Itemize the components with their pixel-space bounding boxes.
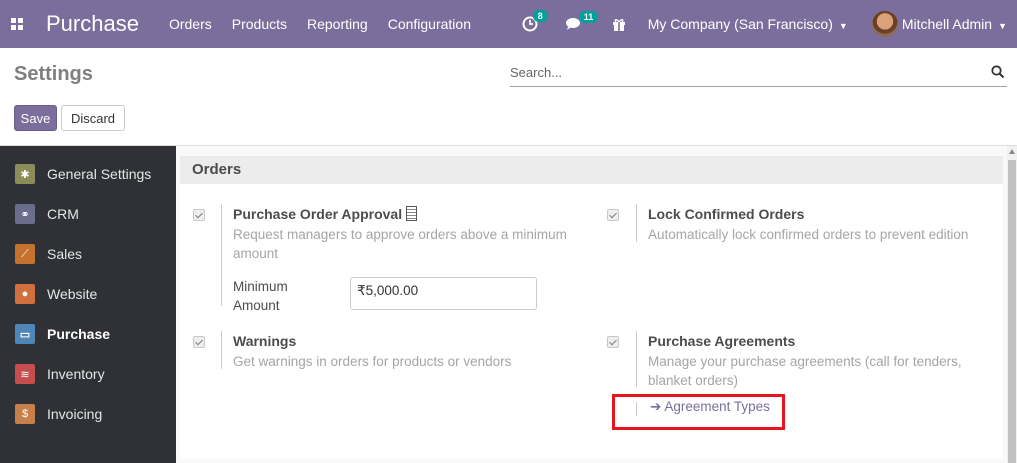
- user-name: Mitchell Admin: [901, 16, 993, 32]
- agreements-title: Purchase Agreements: [648, 333, 796, 349]
- divider: [636, 331, 637, 387]
- page-title: Settings: [14, 63, 93, 85]
- chart-line-icon: ⟋: [15, 244, 35, 264]
- apps-menu-icon[interactable]: [2, 0, 32, 48]
- user-menu[interactable]: Mitchell Admin ▼: [902, 16, 1007, 32]
- lock-orders-title: Lock Confirmed Orders: [648, 206, 805, 222]
- menu-products[interactable]: Products: [232, 16, 287, 32]
- lock-orders-description: Automatically lock confirmed orders to p…: [648, 227, 969, 242]
- min-amount-input[interactable]: ₹5,000.00: [350, 277, 537, 310]
- company-name: My Company (San Francisco): [647, 16, 833, 32]
- min-amount-label: Minimum Amount: [233, 277, 288, 315]
- lock-orders-checkbox[interactable]: [607, 209, 619, 221]
- messages-systray[interactable]: 11: [565, 11, 599, 31]
- sidebar-item-label: Inventory: [47, 366, 105, 382]
- min-amount-label-line: Amount: [233, 298, 280, 313]
- globe-icon: ●: [15, 284, 35, 304]
- warnings-title: Warnings: [233, 333, 297, 349]
- search-bar: [510, 60, 1007, 87]
- sidebar-item-label: CRM: [47, 206, 79, 222]
- sidebar-item-crm[interactable]: ⚭ CRM: [0, 194, 176, 234]
- handshake-icon: ⚭: [15, 204, 35, 224]
- agreements-description: Manage your purchase agreements (call fo…: [648, 354, 962, 388]
- company-setting-icon: [406, 206, 418, 221]
- po-approval-checkbox[interactable]: [193, 209, 205, 221]
- sidebar-item-label: Website: [47, 286, 98, 302]
- activity-badge: 8: [532, 10, 548, 22]
- company-switcher[interactable]: My Company (San Francisco) ▼: [648, 16, 848, 32]
- settings-sheet: Purchase Order Approval Request managers…: [180, 184, 1003, 459]
- po-approval-title: Purchase Order Approval: [233, 206, 403, 222]
- boxes-icon: ≋: [15, 364, 35, 384]
- sidebar-item-purchase[interactable]: ▭ Purchase: [0, 314, 176, 354]
- sidebar-item-website[interactable]: ● Website: [0, 274, 176, 314]
- divider: [221, 204, 222, 306]
- gift-icon: [612, 19, 625, 31]
- messages-badge: 11: [578, 11, 599, 23]
- divider: [636, 204, 637, 242]
- menu-configuration[interactable]: Configuration: [388, 16, 471, 32]
- app-brand[interactable]: Purchase: [46, 11, 139, 37]
- avatar[interactable]: [871, 11, 898, 37]
- scroll-up-icon[interactable]: [1009, 149, 1015, 154]
- settings-sidebar: ✱ General Settings ⚭ CRM ⟋ Sales ● Websi…: [0, 146, 176, 463]
- po-approval-description: Request managers to approve orders above…: [233, 227, 567, 261]
- sidebar-item-sales[interactable]: ⟋ Sales: [0, 234, 176, 274]
- top-navbar: Purchase Orders Products Reporting Confi…: [0, 0, 1017, 48]
- activity-systray[interactable]: 8: [522, 10, 548, 32]
- divider: [221, 331, 222, 369]
- section-title: Orders: [192, 161, 242, 178]
- warnings-checkbox[interactable]: [193, 336, 205, 348]
- section-header: Orders: [180, 156, 1003, 184]
- sidebar-item-label: Purchase: [47, 326, 111, 342]
- scrollbar-thumb[interactable]: [1008, 160, 1016, 463]
- sidebar-item-invoicing[interactable]: $ Invoicing: [0, 394, 176, 434]
- credit-card-icon: ▭: [15, 324, 35, 344]
- invoice-icon: $: [15, 404, 35, 424]
- sidebar-item-label: General Settings: [47, 166, 152, 182]
- agreements-checkbox[interactable]: [607, 336, 619, 348]
- warnings-description: Get warnings in orders for products or v…: [233, 354, 512, 369]
- scrollbar[interactable]: [1007, 146, 1017, 463]
- sidebar-item-label: Invoicing: [47, 406, 103, 422]
- gift-systray[interactable]: [612, 17, 626, 31]
- search-input[interactable]: [510, 60, 980, 85]
- sidebar-item-label: Sales: [47, 246, 83, 262]
- setting-title: Purchase Order Approval: [233, 206, 418, 222]
- chevron-down-icon: ▼: [998, 21, 1007, 31]
- save-button[interactable]: Save: [14, 105, 57, 131]
- min-amount-label-line: Minimum: [233, 279, 288, 294]
- sidebar-item-inventory[interactable]: ≋ Inventory: [0, 354, 176, 394]
- menu-reporting[interactable]: Reporting: [307, 16, 368, 32]
- gear-icon: ✱: [15, 164, 35, 184]
- chevron-down-icon: ▼: [838, 21, 848, 31]
- highlight-box: [612, 394, 785, 430]
- menu-orders[interactable]: Orders: [169, 16, 212, 32]
- discard-button[interactable]: Discard: [61, 105, 125, 131]
- search-icon[interactable]: [991, 65, 1005, 79]
- sidebar-item-general-settings[interactable]: ✱ General Settings: [0, 154, 176, 194]
- settings-content: Orders Purchase Order Approval Request m…: [176, 146, 1007, 463]
